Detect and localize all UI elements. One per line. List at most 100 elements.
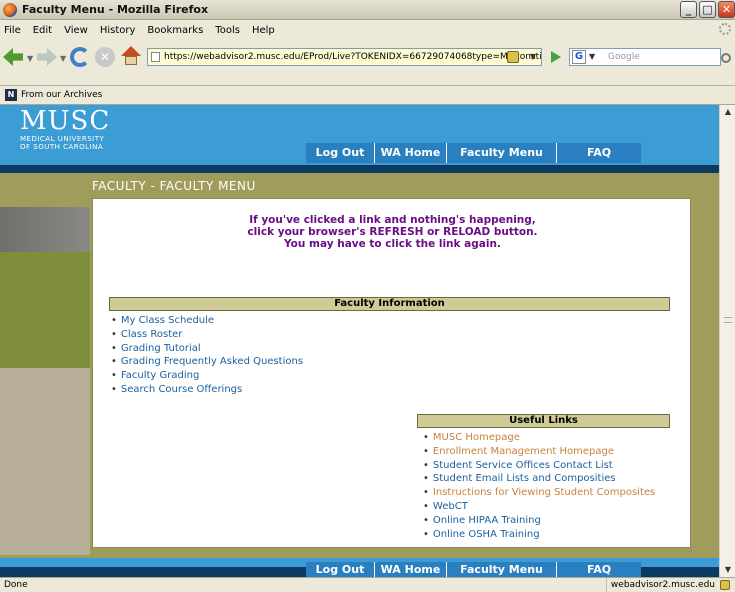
useful-links-header: Useful Links xyxy=(417,414,670,428)
scroll-down-icon[interactable]: ▼ xyxy=(722,564,734,576)
list-item: • WebCT xyxy=(423,500,468,512)
link-musc-homepage[interactable]: MUSC Homepage xyxy=(433,432,520,443)
navigation-toolbar: ▼ ▼ ✕ https://webadvisor2.musc.edu/EProd… xyxy=(0,40,735,86)
menu-help[interactable]: Help xyxy=(252,25,275,36)
top-nav-log-out[interactable]: Log Out xyxy=(306,143,374,163)
link-my-class-schedule[interactable]: My Class Schedule xyxy=(121,315,214,326)
menu-file[interactable]: File xyxy=(4,25,21,36)
list-item: • My Class Schedule xyxy=(111,315,215,326)
top-nav-faq[interactable]: FAQ xyxy=(556,143,641,163)
search-input[interactable]: G ▼ Google xyxy=(569,48,721,66)
scroll-grip[interactable] xyxy=(724,317,732,323)
vertical-scrollbar[interactable]: ▲ ▼ xyxy=(719,105,735,577)
status-bar: Done webadvisor2.musc.edu xyxy=(0,577,735,592)
notice-line-2: click your browser's REFRESH or RELOAD b… xyxy=(247,226,538,238)
list-item: • Enrollment Management Homepage xyxy=(423,445,615,457)
secure-lock-icon[interactable] xyxy=(720,580,730,590)
bookmark-from-our-archives[interactable]: From our Archives xyxy=(21,90,102,100)
bottom-nav-faq[interactable]: FAQ xyxy=(556,562,641,577)
list-item: • Student Email Lists and Composities xyxy=(423,473,616,485)
reload-icon[interactable] xyxy=(70,47,90,67)
forward-arrow-icon[interactable] xyxy=(37,48,57,66)
link-search-course-offerings[interactable]: Search Course Offerings xyxy=(121,384,242,395)
bottom-nav-faculty-menu[interactable]: Faculty Menu xyxy=(446,562,556,577)
bottom-nav: Log Out WA Home Faculty Menu FAQ xyxy=(306,562,641,577)
window-title-bar: Faculty Menu - Mozilla Firefox _ □ ✕ xyxy=(0,0,735,20)
link-webct[interactable]: WebCT xyxy=(433,501,468,512)
page-icon xyxy=(151,52,160,62)
status-text: Done xyxy=(4,580,28,590)
menu-bookmarks[interactable]: Bookmarks xyxy=(147,25,203,36)
link-osha-training[interactable]: Online OSHA Training xyxy=(433,529,540,540)
address-url: https://webadvisor2.musc.edu/EProd/Live?… xyxy=(164,52,542,62)
bottom-nav-log-out[interactable]: Log Out xyxy=(306,562,374,577)
archive-bookmark-icon: N xyxy=(5,89,17,101)
stop-icon[interactable]: ✕ xyxy=(95,47,115,67)
address-bar[interactable]: https://webadvisor2.musc.edu/EProd/Live?… xyxy=(147,48,542,66)
maximize-button[interactable]: □ xyxy=(699,1,716,18)
link-student-email-lists[interactable]: Student Email Lists and Composities xyxy=(433,473,616,484)
menu-view[interactable]: View xyxy=(64,25,88,36)
list-item: • Online HIPAA Training xyxy=(423,514,541,526)
top-nav-faculty-menu[interactable]: Faculty Menu xyxy=(446,143,556,163)
link-grading-faq[interactable]: Grading Frequently Asked Questions xyxy=(121,356,303,367)
musc-logo[interactable]: MUSC MEDICAL UNIVERSITY OF SOUTH CAROLIN… xyxy=(20,107,110,151)
lock-icon[interactable] xyxy=(507,51,519,63)
list-item: • Grading Frequently Asked Questions xyxy=(111,356,304,368)
link-faculty-grading[interactable]: Faculty Grading xyxy=(121,370,199,381)
go-arrow-icon[interactable] xyxy=(551,51,561,63)
page-viewport: MUSC MEDICAL UNIVERSITY OF SOUTH CAROLIN… xyxy=(0,105,719,577)
top-nav: Log Out WA Home Faculty Menu FAQ xyxy=(306,143,641,163)
link-grading-tutorial[interactable]: Grading Tutorial xyxy=(121,343,201,354)
minimize-button[interactable]: _ xyxy=(680,1,697,18)
menu-bar: File Edit View History Bookmarks Tools H… xyxy=(0,20,735,40)
logo-subtitle-1: MEDICAL UNIVERSITY xyxy=(20,135,105,143)
list-item: • Grading Tutorial xyxy=(111,342,201,354)
bookmarks-toolbar: N From our Archives xyxy=(0,86,735,105)
status-host: webadvisor2.musc.edu xyxy=(605,578,715,592)
site-header: MUSC MEDICAL UNIVERSITY OF SOUTH CAROLIN… xyxy=(0,105,719,165)
faculty-information-list: • My Class Schedule • Class Roster • Gradin… xyxy=(111,314,303,397)
list-item: • Class Roster xyxy=(111,328,183,340)
menu-history[interactable]: History xyxy=(100,25,136,36)
link-student-service-offices[interactable]: Student Service Offices Contact List xyxy=(433,460,613,471)
forward-dropdown-icon[interactable]: ▼ xyxy=(60,54,66,63)
logo-text: MUSC xyxy=(20,106,111,136)
home-icon[interactable] xyxy=(121,46,141,66)
throbber-icon xyxy=(719,23,731,35)
scroll-up-icon[interactable]: ▲ xyxy=(722,106,734,118)
notice-line-1: If you've clicked a link and nothing's h… xyxy=(249,214,536,226)
list-item: • Faculty Grading xyxy=(111,370,200,382)
faculty-information-header: Faculty Information xyxy=(109,297,670,311)
search-placeholder: Google xyxy=(608,52,640,62)
menu-edit[interactable]: Edit xyxy=(33,25,52,36)
back-arrow-icon[interactable] xyxy=(3,48,23,66)
google-icon[interactable]: G xyxy=(572,50,586,64)
link-viewing-composites[interactable]: Instructions for Viewing Student Composi… xyxy=(433,487,655,498)
page-title: FACULTY - FACULTY MENU xyxy=(92,179,256,193)
close-button[interactable]: ✕ xyxy=(718,1,735,18)
bottom-nav-wa-home[interactable]: WA Home xyxy=(374,562,446,577)
link-enrollment-management[interactable]: Enrollment Management Homepage xyxy=(433,446,614,457)
link-hipaa-training[interactable]: Online HIPAA Training xyxy=(433,515,541,526)
left-decoration xyxy=(0,173,90,555)
top-nav-wa-home[interactable]: WA Home xyxy=(374,143,446,163)
address-dropdown-icon[interactable]: ▼ xyxy=(530,49,536,65)
firefox-icon xyxy=(3,2,17,17)
list-item: • Online OSHA Training xyxy=(423,528,540,540)
window-title: Faculty Menu - Mozilla Firefox xyxy=(22,3,209,16)
menu-tools[interactable]: Tools xyxy=(215,25,240,36)
content-panel: If you've clicked a link and nothing's h… xyxy=(92,198,691,548)
header-divider xyxy=(0,165,719,173)
list-item: • Student Service Offices Contact List xyxy=(423,459,613,471)
magnifier-icon[interactable] xyxy=(721,53,731,63)
back-dropdown-icon[interactable]: ▼ xyxy=(27,54,33,63)
list-item: • Search Course Offerings xyxy=(111,383,243,395)
list-item: • MUSC Homepage xyxy=(423,432,520,443)
list-item: • Instructions for Viewing Student Compos… xyxy=(423,487,656,499)
useful-links-list: • MUSC Homepage • Enrollment Management Ho… xyxy=(423,431,655,541)
link-class-roster[interactable]: Class Roster xyxy=(121,329,183,340)
search-engine-dropdown-icon[interactable]: ▼ xyxy=(589,49,595,65)
refresh-notice: If you've clicked a link and nothing's h… xyxy=(93,214,692,250)
logo-subtitle-2: OF SOUTH CAROLINA xyxy=(20,143,104,151)
